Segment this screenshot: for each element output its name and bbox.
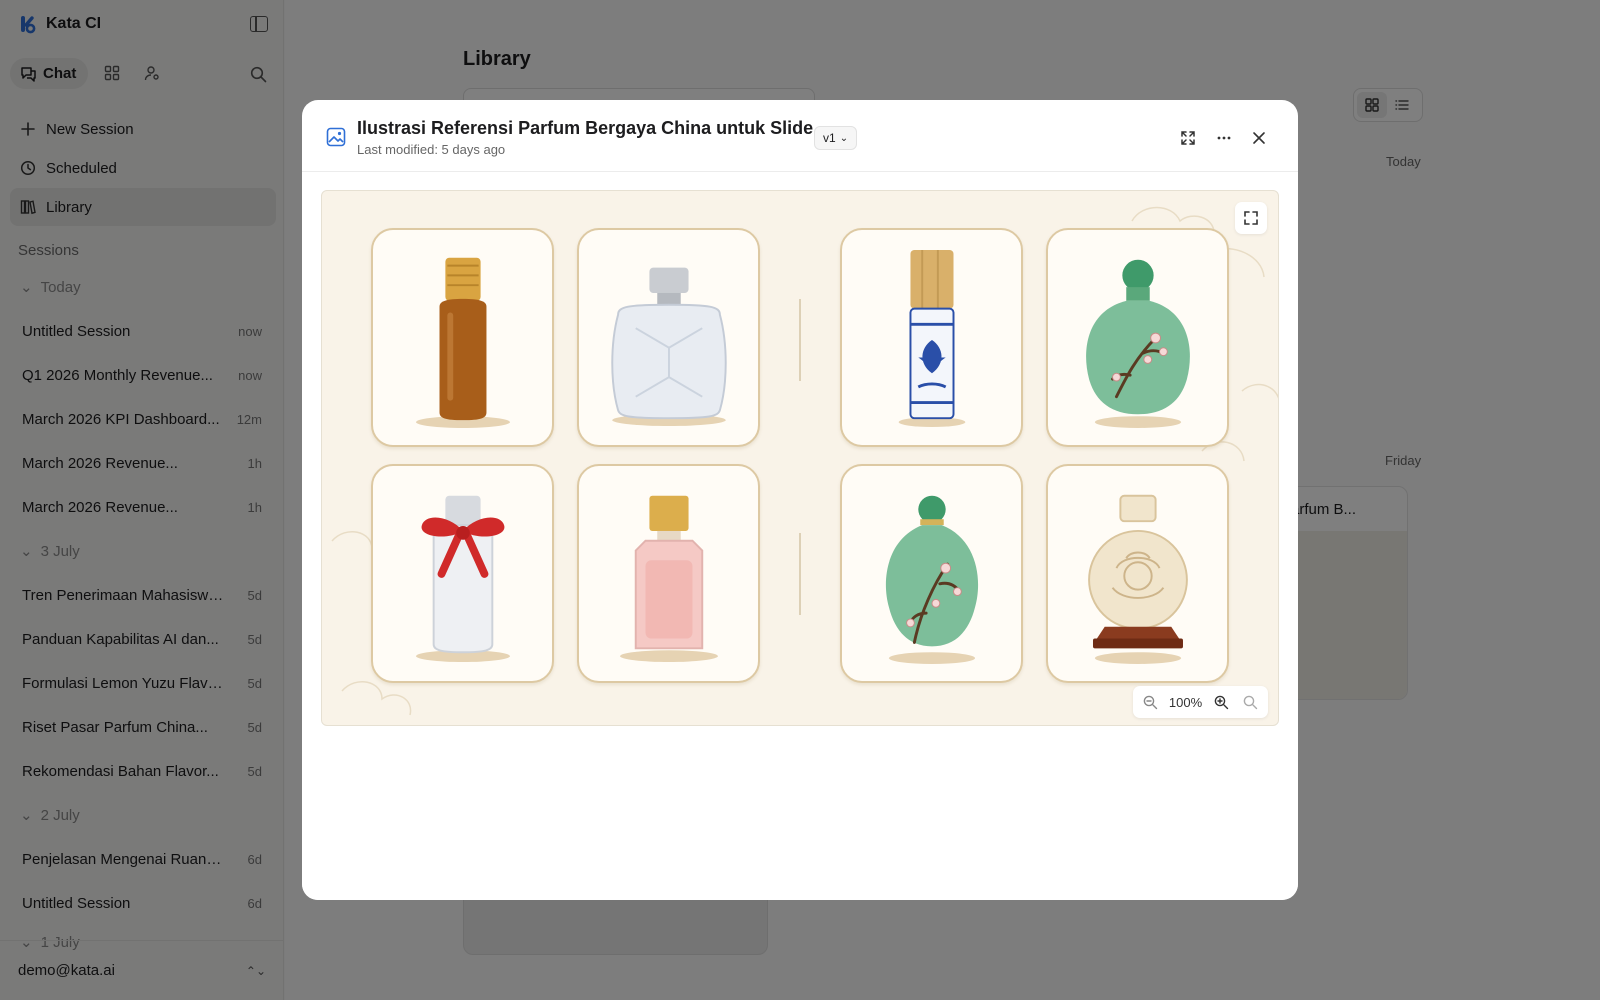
blue-white-porcelain-bottle-icon bbox=[898, 249, 966, 427]
zoom-out-icon bbox=[1143, 695, 1157, 709]
amber-bottle-icon bbox=[416, 257, 510, 428]
amber-spray-bottle-tile bbox=[371, 228, 554, 447]
carved-peony-bottle-tile bbox=[1046, 464, 1229, 683]
carved-peony-bottle-icon bbox=[1088, 494, 1188, 664]
zoom-reset-icon bbox=[1244, 695, 1258, 709]
modal-header: Ilustrasi Referensi Parfum Bergaya China… bbox=[302, 100, 1298, 172]
expand-button[interactable] bbox=[1176, 126, 1200, 150]
zoom-out-button[interactable] bbox=[1139, 691, 1161, 713]
zoom-level: 100% bbox=[1168, 694, 1203, 710]
artifact-preview-modal: Ilustrasi Referensi Parfum Bergaya China… bbox=[302, 100, 1298, 900]
more-options-button[interactable] bbox=[1212, 126, 1236, 150]
expand-icon bbox=[1181, 131, 1195, 145]
jade-plum-blossom-bottle-icon bbox=[1086, 259, 1190, 428]
crystal-bottle-icon bbox=[611, 267, 727, 427]
jade-snuff-bottle-tile bbox=[1046, 228, 1229, 447]
fullscreen-icon bbox=[1244, 211, 1258, 225]
modal-subtitle: Last modified: 5 days ago bbox=[357, 142, 506, 157]
version-select[interactable]: v1 ⌄ bbox=[814, 126, 858, 150]
version-label: v1 bbox=[823, 131, 836, 145]
divider bbox=[799, 299, 801, 381]
zoom-controls: 100% bbox=[1133, 686, 1268, 718]
pink-bottle-tile bbox=[577, 464, 760, 683]
modal-title: Ilustrasi Referensi Parfum Bergaya China… bbox=[357, 118, 814, 138]
pink-bottle-icon bbox=[620, 495, 718, 663]
more-horizontal-icon bbox=[1217, 136, 1231, 140]
image-icon bbox=[326, 127, 346, 147]
modal-body: 100% bbox=[302, 173, 1298, 900]
jade-plum-blossom-bottle-icon bbox=[885, 495, 979, 664]
artifact-image: 100% bbox=[321, 190, 1279, 726]
zoom-reset-button[interactable] bbox=[1240, 691, 1262, 713]
zoom-in-button[interactable] bbox=[1210, 691, 1232, 713]
ribbon-bottle-tile bbox=[371, 464, 554, 683]
fullscreen-button[interactable] bbox=[1235, 202, 1267, 234]
divider bbox=[799, 533, 801, 615]
close-button[interactable] bbox=[1247, 126, 1271, 150]
porcelain-roller-tile bbox=[840, 228, 1023, 447]
chevron-down-icon: ⌄ bbox=[839, 132, 849, 144]
jade-bottle-tile bbox=[840, 464, 1023, 683]
ribbon-bottle-icon bbox=[416, 495, 510, 663]
crystal-bottle-tile bbox=[577, 228, 760, 447]
zoom-in-icon bbox=[1214, 695, 1228, 709]
close-icon bbox=[1253, 132, 1265, 144]
